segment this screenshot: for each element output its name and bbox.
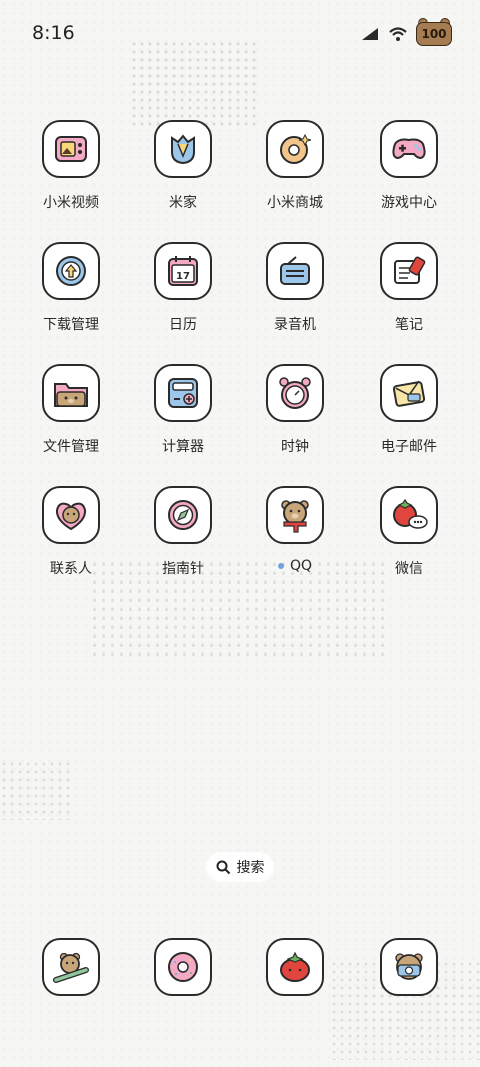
- folder-bear-icon: [54, 383, 88, 407]
- envelope-icon: [392, 380, 426, 407]
- app-label: 联系人: [50, 561, 92, 577]
- tile[interactable]: [42, 364, 100, 422]
- new-notification-dot: [277, 563, 284, 569]
- search-icon: [216, 860, 230, 874]
- app-label: 录音机: [274, 317, 316, 333]
- app-label: 计算器: [162, 439, 204, 455]
- app-contacts[interactable]: 联系人: [16, 486, 126, 578]
- app-file-manager[interactable]: 文件管理: [16, 364, 126, 456]
- status-bar: 8:16 100: [0, 0, 480, 68]
- compass-icon: [168, 500, 198, 530]
- app-mi-video[interactable]: 小米视频: [16, 120, 126, 212]
- app-label: 下载管理: [43, 317, 99, 333]
- app-recorder[interactable]: 录音机: [240, 242, 350, 334]
- app-compass[interactable]: 指南针: [128, 486, 238, 578]
- app-clock[interactable]: 时钟: [240, 364, 350, 456]
- app-label: 游戏中心: [381, 195, 437, 211]
- bear-heart-icon: [55, 502, 87, 531]
- bear-camera-icon: [395, 953, 423, 980]
- tile[interactable]: [380, 364, 438, 422]
- status-time: 8:16: [32, 22, 75, 44]
- app-label: 电子邮件: [381, 439, 437, 455]
- search-label: 搜索: [236, 860, 265, 876]
- donut-icon: [168, 952, 198, 982]
- app-label: QQ: [240, 558, 350, 574]
- calendar-icon: 17: [168, 256, 198, 286]
- tile[interactable]: [380, 938, 438, 996]
- tile[interactable]: [266, 486, 324, 544]
- app-label: 小米商城: [267, 195, 323, 211]
- battery-indicator: 100: [416, 18, 452, 46]
- app-calendar[interactable]: 17 日历: [128, 242, 238, 334]
- app-label: 米家: [169, 195, 197, 211]
- app-mijia[interactable]: 米家: [128, 120, 238, 212]
- tile[interactable]: [380, 242, 438, 300]
- app-qq[interactable]: QQ: [240, 486, 350, 574]
- video-icon: [55, 136, 87, 162]
- app-calculator[interactable]: 计算器: [128, 364, 238, 456]
- app-mi-store[interactable]: 小米商城: [240, 120, 350, 212]
- tile[interactable]: [154, 364, 212, 422]
- tile[interactable]: [154, 938, 212, 996]
- tile[interactable]: [266, 242, 324, 300]
- wifi-icon: [389, 27, 407, 41]
- app-notes[interactable]: 笔记: [354, 242, 464, 334]
- tile[interactable]: [154, 486, 212, 544]
- app-label: 小米视频: [43, 195, 99, 211]
- app-label: 文件管理: [43, 439, 99, 455]
- app-downloads[interactable]: 下载管理: [16, 242, 126, 334]
- wallpaper-pattern: [0, 760, 70, 820]
- calendar-day: 17: [176, 271, 190, 282]
- tile[interactable]: 17: [154, 242, 212, 300]
- bear-scarf-icon: [281, 500, 309, 533]
- dock-app-4[interactable]: [354, 938, 464, 996]
- tile[interactable]: [42, 242, 100, 300]
- app-wechat[interactable]: 微信: [354, 486, 464, 578]
- bear-skateboard-icon: [53, 952, 89, 983]
- app-label: 日历: [169, 317, 197, 333]
- app-label: 笔记: [395, 317, 423, 333]
- search-button[interactable]: 搜索: [206, 852, 274, 882]
- app-email[interactable]: 电子邮件: [354, 364, 464, 456]
- signal-icon: [362, 28, 378, 40]
- tile[interactable]: [266, 938, 324, 996]
- tile[interactable]: [42, 120, 100, 178]
- tomato-chat-icon: [393, 498, 428, 529]
- tile[interactable]: [154, 120, 212, 178]
- app-label: 微信: [395, 561, 423, 577]
- radio-icon: [280, 256, 310, 285]
- notes-icon: [394, 256, 426, 284]
- donut-icon: [280, 133, 312, 164]
- app-label: 时钟: [281, 439, 309, 455]
- tile[interactable]: [380, 486, 438, 544]
- dock-app-2[interactable]: [128, 938, 238, 996]
- dock-app-3[interactable]: [240, 938, 350, 996]
- status-icons: 100: [360, 18, 452, 46]
- tile[interactable]: [266, 364, 324, 422]
- calculator-icon: [168, 378, 198, 408]
- app-label-text: QQ: [289, 558, 313, 574]
- tile[interactable]: [42, 938, 100, 996]
- app-label: 指南针: [162, 561, 204, 577]
- app-game-center[interactable]: 游戏中心: [354, 120, 464, 212]
- tile[interactable]: [42, 486, 100, 544]
- tile[interactable]: [266, 120, 324, 178]
- mijia-icon: [171, 134, 195, 165]
- download-icon: [56, 256, 86, 286]
- tile[interactable]: [380, 120, 438, 178]
- tomato-icon: [280, 951, 310, 982]
- dock-app-1[interactable]: [16, 938, 126, 996]
- alarm-clock-icon: [279, 377, 311, 409]
- gamepad-icon: [392, 138, 426, 160]
